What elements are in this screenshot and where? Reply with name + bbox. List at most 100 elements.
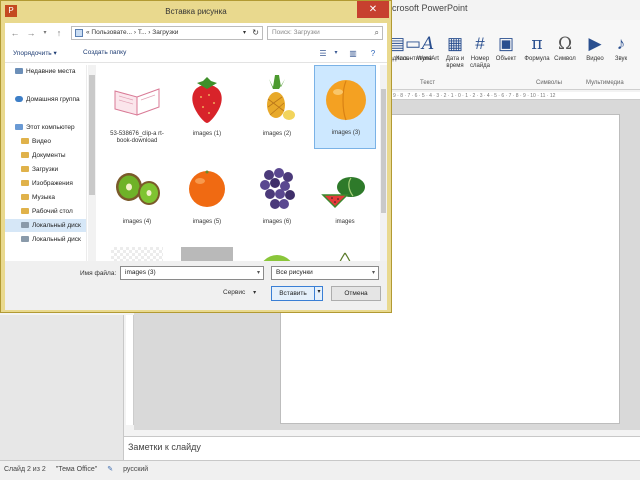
back-button[interactable]: ← <box>9 27 21 39</box>
file-caption: images (2) <box>262 131 292 137</box>
apple-thumbnail <box>251 247 303 261</box>
recent-locations-button[interactable]: ▾ <box>39 27 51 39</box>
cherry-thumbnail <box>319 247 371 261</box>
file-tile[interactable] <box>106 243 168 261</box>
tree-item-desktop[interactable]: Рабочий стол <box>5 205 86 218</box>
group-label-text: Текст <box>420 80 436 86</box>
tree-item-music[interactable]: Музыка <box>5 191 86 204</box>
video-folder-icon <box>21 138 29 144</box>
peach-thumbnail <box>320 70 372 128</box>
close-icon: ✕ <box>368 4 378 15</box>
tree-item-pictures[interactable]: Изображения <box>5 177 86 190</box>
datetime-icon: ▦ <box>446 34 464 53</box>
chevron-down-icon[interactable]: ▾ <box>257 267 260 279</box>
file-type-value: Все рисунки <box>276 269 313 276</box>
cancel-button[interactable]: Отмена <box>331 286 381 301</box>
tree-scrollbar[interactable] <box>88 65 96 261</box>
pineapple-thumbnail <box>251 71 303 129</box>
tree-item-recent[interactable]: Недавние места <box>5 65 86 78</box>
file-caption: images (6) <box>262 219 292 225</box>
chevron-down-icon: ▾ <box>317 289 321 295</box>
chevron-down-icon: ▾ <box>43 30 47 36</box>
kiwi-icon <box>116 173 160 205</box>
object-icon: ▣ <box>497 34 515 53</box>
file-list-scrollbar[interactable] <box>380 65 387 261</box>
orange-icon <box>189 170 225 207</box>
file-tile[interactable]: images (1) <box>176 67 238 151</box>
tree-item-local-disk-1[interactable]: Локальный диск <box>5 219 86 232</box>
slides-panel[interactable] <box>0 315 124 460</box>
file-tile[interactable] <box>314 243 376 261</box>
status-slide: Слайд 2 из 2 <box>4 466 46 473</box>
file-tile[interactable] <box>246 243 308 261</box>
tree-item-documents[interactable]: Документы <box>5 149 86 162</box>
horizontal-ruler: 9 · 8 · 7 · 6 · 5 · 4 · 3 · 2 · 1 · 0 · … <box>390 92 640 100</box>
dialog-footer: Имя файла: images (3) ▾ Все рисунки ▾ Се… <box>5 261 387 310</box>
music-folder-icon <box>21 194 29 200</box>
ribbon-button-6[interactable]: ▣ Объект <box>489 34 523 78</box>
chevron-down-icon[interactable]: ▾ <box>330 48 342 59</box>
preview-pane-icon[interactable]: ▥ <box>347 48 359 59</box>
new-folder-button[interactable]: Создать папку <box>83 49 126 56</box>
strawberry-thumbnail <box>181 71 233 129</box>
search-placeholder: Поиск: Загрузки <box>272 29 320 36</box>
search-icon: ⌕ <box>374 28 379 37</box>
refresh-icon[interactable]: ↻ <box>252 27 259 39</box>
search-input[interactable]: Поиск: Загрузки ⌕ <box>267 26 383 40</box>
grapes-icon <box>260 168 295 209</box>
ribbon-button-8[interactable]: Ω Символ <box>548 34 582 78</box>
dialog-title: Вставка рисунка <box>165 7 227 16</box>
drive-icon <box>21 222 29 228</box>
drive-icon <box>21 236 29 242</box>
up-button[interactable]: ↑ <box>53 27 65 39</box>
documents-folder-icon <box>21 152 29 158</box>
file-tile[interactable]: images (5) <box>176 155 238 239</box>
forward-button[interactable]: → <box>25 27 37 39</box>
file-tile[interactable] <box>176 243 238 261</box>
ribbon-button-10[interactable]: ♪ Звук <box>604 34 638 78</box>
notes-placeholder: Заметки к слайду <box>128 442 201 452</box>
homegroup-icon <box>15 96 23 102</box>
pineapple-icon <box>267 75 295 120</box>
file-tile-selected[interactable]: images (3) <box>314 65 376 149</box>
navigation-tree: Недавние места Домашняя группа Этот комп… <box>5 65 87 261</box>
file-tile[interactable]: images (6) <box>246 155 308 239</box>
slide-number-icon: # <box>475 34 485 53</box>
status-language[interactable]: русский <box>123 466 148 473</box>
file-tile[interactable]: images <box>314 155 376 239</box>
tree-item-local-disk-2[interactable]: Локальный диск <box>5 233 86 246</box>
arrow-up-icon: ↑ <box>56 28 62 38</box>
file-type-select[interactable]: Все рисунки ▾ <box>271 266 379 280</box>
file-caption: images (3) <box>331 130 361 136</box>
file-tile[interactable]: images (4) <box>106 155 168 239</box>
insert-dropdown-button[interactable]: ▾ <box>314 286 323 301</box>
tree-item-downloads[interactable]: Загрузки <box>5 163 86 176</box>
scroll-thumb[interactable] <box>381 89 386 213</box>
scroll-thumb[interactable] <box>89 75 95 195</box>
spellcheck-icon[interactable]: ✎ <box>107 466 113 473</box>
chevron-down-icon: ▾ <box>371 270 375 276</box>
computer-icon <box>15 124 23 130</box>
organize-button[interactable]: Упорядочить ▾ <box>13 49 57 57</box>
watermelon-icon <box>321 177 365 209</box>
file-caption: images (1) <box>192 131 222 137</box>
view-options-icon[interactable]: ☰ <box>317 48 329 59</box>
transparent-thumbnail <box>111 247 163 261</box>
file-tile[interactable]: 53-538676_clip-a rt-book-download <box>106 67 168 151</box>
filename-input[interactable]: images (3) ▾ <box>120 266 264 280</box>
vertical-ruler <box>126 315 134 425</box>
chevron-down-icon[interactable]: ▾ <box>243 27 246 39</box>
help-icon[interactable]: ? <box>367 48 379 59</box>
address-bar[interactable]: « Пользовате... › Т... › Загрузки ▾ ↻ <box>71 26 263 40</box>
tree-item-this-pc[interactable]: Этот компьютер <box>5 121 86 134</box>
notes-pane[interactable]: Заметки к слайду <box>124 436 640 460</box>
omega-icon: Ω <box>557 34 573 54</box>
file-tile[interactable]: images (2) <box>246 67 308 151</box>
tools-button[interactable]: Сервис ▾ <box>223 289 256 296</box>
computer-icon <box>75 29 83 37</box>
tree-item-video[interactable]: Видео <box>5 135 86 148</box>
close-button[interactable]: ✕ <box>357 1 389 18</box>
navigation-bar: ← → ▾ ↑ « Пользовате... › Т... › Загрузк… <box>5 23 387 43</box>
tree-item-homegroup[interactable]: Домашняя группа <box>5 93 86 106</box>
group-label-media: Мультимедиа <box>586 80 624 86</box>
